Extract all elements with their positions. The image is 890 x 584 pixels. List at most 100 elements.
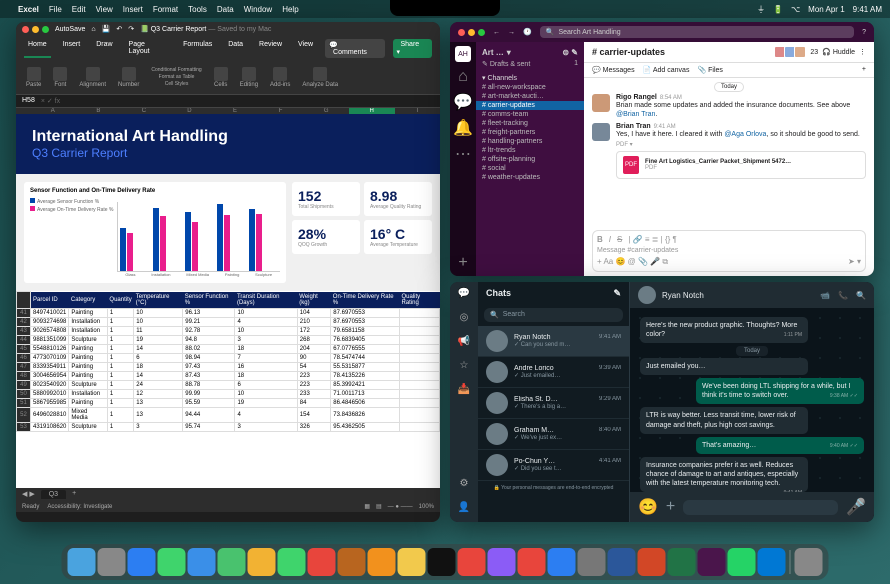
search-input[interactable]: 🔍Search [484,308,623,322]
dock-word[interactable] [608,548,636,576]
status-icon[interactable]: ◎ [457,312,471,326]
date-divider[interactable]: Today [714,82,744,92]
name-box[interactable]: H58 [22,97,35,105]
message[interactable]: Rigo Rangel8:54 AM Brian made some updat… [592,94,866,119]
archive-icon[interactable]: 📥 [457,384,471,398]
profile-icon[interactable]: 👤 [457,502,471,516]
channel-item[interactable]: # fleet-tracking [482,119,578,128]
comments-button[interactable]: 💬 Comments [325,39,384,58]
number-group[interactable]: Number [114,65,143,90]
add-sheet-button[interactable]: + [72,490,76,499]
dock-mail[interactable] [188,548,216,576]
tab-home[interactable]: Home [24,39,51,58]
message-bubble[interactable]: Insurance companies prefer it as well. R… [640,457,808,492]
tab-view[interactable]: View [294,39,317,58]
dock-settings[interactable] [578,548,606,576]
dm-icon[interactable]: 💬 [453,92,473,112]
tab-formulas[interactable]: Formulas [179,39,216,58]
channel-item[interactable]: # comms-team [482,110,578,119]
cells-group[interactable]: Cells [210,65,232,90]
message-bubble[interactable]: That's amazing…9:40 AM ✓✓ [696,437,864,454]
dock-powerpoint[interactable] [638,548,666,576]
nav-back-icon[interactable]: ← [493,29,500,36]
accessibility-status[interactable]: Accessibility: Investigate [47,504,112,510]
sheet-tab[interactable]: Q3 [41,490,66,499]
message-bubble[interactable]: LTR is way better. Less transit time, lo… [640,407,808,433]
channel-item[interactable]: # art-market-aucti… [482,92,578,101]
tab-page-layout[interactable]: Page Layout [125,39,172,58]
redo-icon[interactable]: ↷ [128,25,134,33]
dock-photos[interactable] [248,548,276,576]
activity-icon[interactable]: 🔔 [453,118,473,138]
autosave-toggle[interactable]: AutoSave [55,26,85,33]
voice-call-icon[interactable]: 📞 [838,291,848,300]
add-tab-icon[interactable]: + [862,66,866,74]
message-composer[interactable]: B I S | 🔗 ≡ ≣ | {} ¶ Message #carrier-up… [592,230,866,272]
message-bubble[interactable]: We've been doing LTL shipping for a whil… [696,378,864,404]
chat-item[interactable]: Po-Chun Y…4:41 AM✓ Did you see t… [478,450,629,481]
channel-item[interactable]: # weather-updates [482,173,578,182]
attach-icon[interactable]: + [666,498,675,516]
dock-appstore[interactable] [548,548,576,576]
analyze-group[interactable]: Analyze Data [298,65,342,90]
history-icon[interactable]: 🕐 [523,28,532,36]
dock-trash[interactable] [795,548,823,576]
member-avatars[interactable] [776,46,806,58]
more-icon[interactable]: ⋯ [455,144,471,164]
file-attachment[interactable]: PDF Fine Art Logistics_Carrier Packet_Sh… [616,151,866,179]
chat-item[interactable]: Elisha St. D…9:29 AM✓ There's a big a… [478,388,629,419]
styles-group[interactable]: Conditional FormattingFormat as TableCel… [147,65,205,90]
share-button[interactable]: Share ▾ [393,39,433,58]
app-name[interactable]: Excel [18,5,39,14]
paste-group[interactable]: Paste [22,65,45,90]
view-normal-icon[interactable]: ▦ [364,503,370,510]
zoom-slider[interactable]: — ● —— [388,504,413,510]
channel-item[interactable]: # offsite-planning [482,155,578,164]
channel-item[interactable]: # handling-partners [482,137,578,146]
dock-slack[interactable] [698,548,726,576]
channel-name[interactable]: # carrier-updates [592,47,665,57]
channel-item[interactable]: # freight-partners [482,128,578,137]
mention[interactable]: @Aga Orlova [724,131,766,138]
close-button[interactable] [458,29,465,36]
settings-icon[interactable]: ⚙ [457,478,471,492]
tab-files[interactable]: 📎 Files [697,66,722,74]
drafts-item[interactable]: ✎ Drafts & sent 1 [482,59,578,69]
alignment-group[interactable]: Alignment [75,65,110,90]
tab-insert[interactable]: Insert [59,39,85,58]
avatar[interactable] [638,286,656,304]
more-icon[interactable]: ⋮ [859,48,866,56]
chat-item[interactable]: Ryan Notch9:41 AM✓ Can you send m… [478,326,629,357]
chats-icon[interactable]: 💬 [457,288,471,302]
huddle-button[interactable]: 🎧 Huddle [822,48,855,56]
dock-notes[interactable] [398,548,426,576]
font-group[interactable]: Font [49,65,71,90]
zoom-level[interactable]: 100% [419,504,434,510]
battery-icon[interactable]: 🔋 [773,5,783,14]
dock-maps[interactable] [218,548,246,576]
dock-messages[interactable] [158,548,186,576]
minimize-button[interactable] [32,26,39,33]
home-icon[interactable]: ⌂ [91,26,95,33]
mention[interactable]: @Brian Tran [616,111,655,118]
add-icon[interactable]: + [458,254,467,272]
undo-icon[interactable]: ↶ [116,25,122,33]
dock-reminders[interactable] [368,548,396,576]
channel-item[interactable]: # all-new-workspace [482,83,578,92]
chat-item[interactable]: Graham M…8:40 AM✓ We've just ex… [478,419,629,450]
home-icon[interactable]: ⌂ [458,68,468,86]
save-icon[interactable]: 💾 [102,25,111,33]
dock-safari[interactable] [128,548,156,576]
message[interactable]: Brian Tran9:41 AM Yes, I have it here. I… [592,123,866,179]
wifi-icon[interactable]: ⏚ [757,4,765,15]
search-icon[interactable]: 🔍 [856,291,866,300]
minimize-button[interactable] [468,29,475,36]
dock-whatsapp[interactable] [728,548,756,576]
dock-news[interactable] [518,548,546,576]
close-button[interactable] [22,26,29,33]
sheet-nav[interactable]: ◀ ▶ [22,490,35,499]
dock-onedrive[interactable] [758,548,786,576]
emoji-icon[interactable]: 😊 [638,497,658,517]
message-bubble[interactable]: Here's the new product graphic. Thoughts… [640,317,808,343]
video-call-icon[interactable]: 📹 [820,291,830,300]
